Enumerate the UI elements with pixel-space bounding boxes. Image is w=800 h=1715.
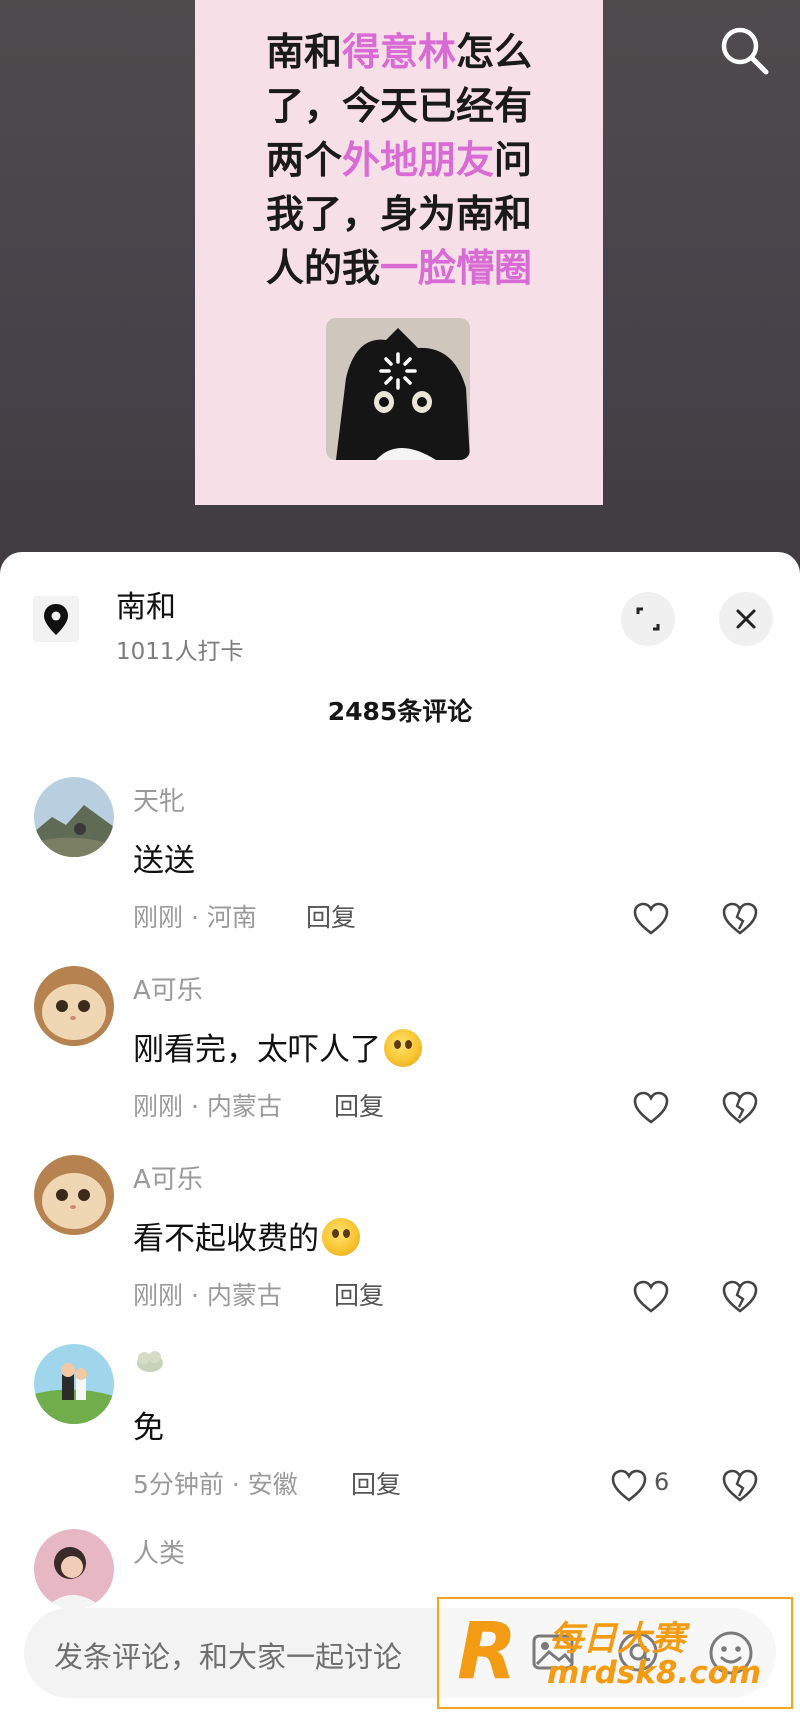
- dislike-button[interactable]: [720, 1466, 760, 1506]
- location-name[interactable]: 南和: [116, 582, 176, 626]
- comment-meta: 刚刚 · 内蒙古: [133, 1281, 282, 1310]
- comment-username[interactable]: A可乐: [133, 970, 203, 1007]
- close-button[interactable]: [719, 592, 773, 646]
- comment-username[interactable]: 天牝: [133, 781, 185, 818]
- poster-text: 我了，身为南和: [265, 192, 532, 236]
- heart-icon: [609, 1469, 649, 1510]
- broken-heart-icon: [720, 1280, 760, 1321]
- broken-heart-icon: [720, 1469, 760, 1510]
- avatar[interactable]: [34, 777, 114, 857]
- poster-text: 人的我: [265, 246, 380, 290]
- like-button[interactable]: [631, 1277, 671, 1317]
- avatar[interactable]: [34, 1344, 114, 1424]
- poster-caption-line: 两个外地朋友问: [195, 133, 603, 187]
- comment-input-placeholder[interactable]: 发条评论，和大家一起讨论: [54, 1634, 402, 1676]
- expand-button[interactable]: [621, 592, 675, 646]
- poster-text: 两个: [265, 138, 342, 182]
- reply-button[interactable]: 回复: [334, 1087, 384, 1123]
- comment-text: 看不起收费的: [133, 1213, 360, 1258]
- avatar[interactable]: [34, 966, 114, 1046]
- comment-item: 天牝 送送 刚刚 · 河南 回复: [0, 777, 800, 957]
- watermark-logo: R: [457, 1607, 518, 1697]
- broken-heart-icon: [720, 1091, 760, 1132]
- watermark-title: 每日大赛: [549, 1619, 685, 1659]
- avatar[interactable]: [34, 1529, 114, 1609]
- comment-item: 免 5分钟前 · 安徽 回复 6: [0, 1344, 800, 1524]
- reply-button[interactable]: 回复: [334, 1276, 384, 1312]
- comment-meta: 刚刚 · 内蒙古: [133, 1092, 282, 1121]
- reply-button[interactable]: 回复: [306, 898, 356, 934]
- expand-icon: [621, 607, 675, 650]
- poster-text: 怎么: [456, 30, 533, 74]
- poster-text: 南和: [265, 30, 342, 74]
- search-button[interactable]: [716, 22, 772, 78]
- cat-image: [326, 318, 470, 460]
- watermark: R 每日大赛 mrdsk8.com: [437, 1597, 793, 1709]
- like-count: 6: [654, 1468, 670, 1496]
- dislike-button[interactable]: [720, 899, 760, 939]
- comment-item: A可乐 刚看完，太吓人了 刚刚 · 内蒙古 回复: [0, 966, 800, 1146]
- grinning-emoji-icon: [322, 1218, 360, 1256]
- poster-caption-line: 了，今天已经有: [195, 79, 603, 133]
- poster-caption-line: 我了，身为南和: [195, 187, 603, 241]
- video-poster[interactable]: 南和得意林怎么 了，今天已经有 两个外地朋友问 我了，身为南和 人的我一脸懵圈: [195, 0, 603, 505]
- heart-icon: [631, 902, 671, 943]
- comment-username[interactable]: 人类: [133, 1533, 185, 1570]
- search-icon: [716, 27, 772, 82]
- dislike-button[interactable]: [720, 1277, 760, 1317]
- like-button[interactable]: [631, 899, 671, 939]
- like-button[interactable]: [609, 1466, 649, 1506]
- poster-caption-line: 人的我一脸懵圈: [195, 241, 603, 295]
- avatar[interactable]: [34, 1155, 114, 1235]
- comment-sheet: 南和 1011人打卡 2485条评论 天牝 送送 刚刚 · 河南 回复 A可乐 …: [0, 552, 800, 1715]
- poster-highlight-text: 得意林: [341, 30, 456, 74]
- comment-meta: 5分钟前 · 安徽: [133, 1470, 298, 1499]
- grinning-emoji-icon: [384, 1029, 422, 1067]
- heart-icon: [631, 1280, 671, 1321]
- comment-meta: 刚刚 · 河南: [133, 903, 257, 932]
- poster-text: 了，今天已经有: [265, 84, 532, 128]
- heart-icon: [631, 1091, 671, 1132]
- close-icon: [719, 609, 773, 650]
- comment-count: 2485条评论: [327, 697, 473, 726]
- comment-item: A可乐 看不起收费的 刚刚 · 内蒙古 回复: [0, 1155, 800, 1335]
- dislike-button[interactable]: [720, 1088, 760, 1128]
- watermark-url: mrdsk8.com: [547, 1655, 762, 1691]
- poster-highlight-text: 一脸懵圈: [380, 246, 533, 290]
- poster-text: 问: [494, 138, 533, 182]
- comment-username-icon[interactable]: [133, 1348, 167, 1381]
- location-pin-icon: [33, 596, 79, 642]
- like-button[interactable]: [631, 1088, 671, 1128]
- comment-text: 免: [133, 1410, 164, 1446]
- comment-username[interactable]: A可乐: [133, 1159, 203, 1196]
- poster-caption: 南和得意林怎么 了，今天已经有 两个外地朋友问 我了，身为南和 人的我一脸懵圈: [195, 25, 603, 295]
- poster-caption-line: 南和得意林怎么: [195, 25, 603, 79]
- broken-heart-icon: [720, 902, 760, 943]
- poster-highlight-text: 外地朋友: [341, 138, 494, 182]
- location-checkin-count: 1011人打卡: [116, 639, 244, 665]
- comment-text: 送送: [133, 843, 195, 879]
- comment-text: 刚看完，太吓人了: [133, 1024, 422, 1069]
- reply-button[interactable]: 回复: [351, 1465, 401, 1501]
